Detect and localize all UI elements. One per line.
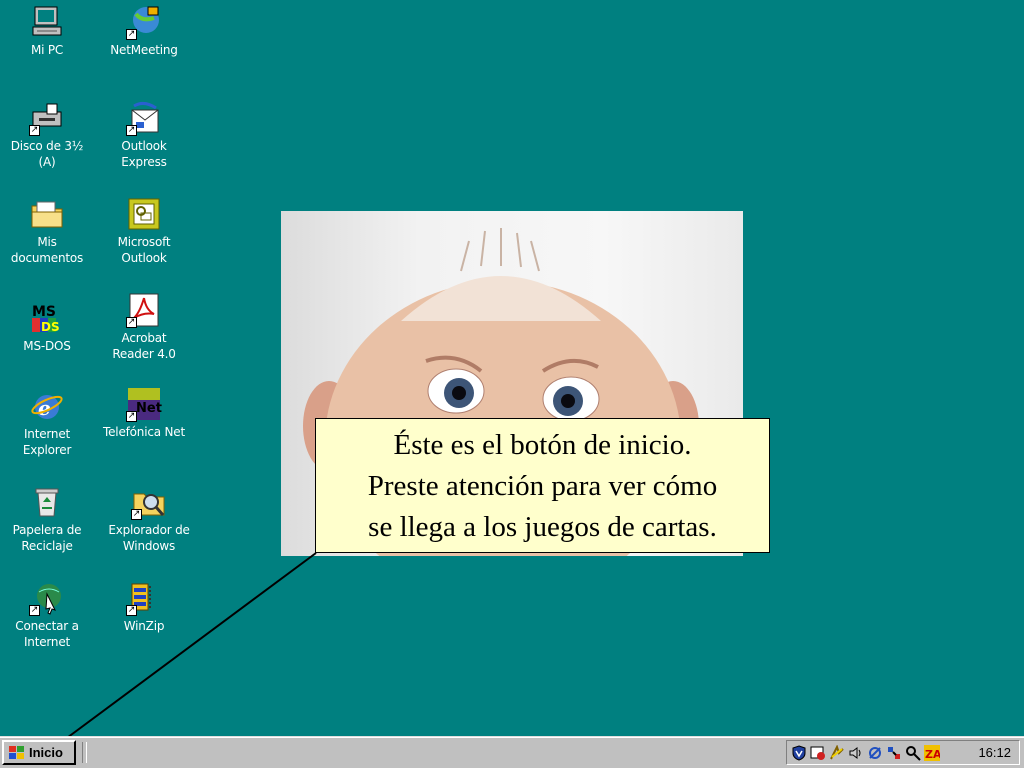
desktop-icon-winzip[interactable]: ↗ WinZip (99, 580, 189, 634)
svg-text:MS: MS (32, 304, 56, 320)
start-button[interactable]: Inicio (2, 740, 76, 765)
desktop-icon-my-documents[interactable]: Mis documentos (2, 196, 92, 266)
shortcut-arrow-icon: ↗ (126, 605, 137, 616)
desktop-icon-label: Outlook Express (121, 139, 167, 169)
connection-icon[interactable] (829, 744, 845, 761)
schedule-icon[interactable] (810, 745, 826, 761)
microsoft-outlook-icon (126, 196, 162, 232)
desktop-icon-ms-dos[interactable]: MS DS MS-DOS (2, 300, 92, 354)
shortcut-arrow-icon: ↗ (126, 125, 137, 136)
shortcut-arrow-icon: ↗ (29, 125, 40, 136)
antivirus-shield-icon[interactable] (791, 744, 807, 761)
outlook-express-icon: ↗ (126, 100, 162, 136)
desktop-icon-my-computer[interactable]: Mi PC (2, 4, 92, 58)
desktop-icon-recycle-bin[interactable]: Papelera de Reciclaje (2, 484, 92, 554)
desktop-icon-label: Explorador de Windows (108, 523, 190, 553)
windows-logo-icon (9, 745, 24, 759)
shortcut-arrow-icon: ↗ (131, 509, 142, 520)
shortcut-arrow-icon: ↗ (126, 411, 137, 422)
desktop-icon-label: Telefónica Net (103, 425, 185, 439)
callout-line: se llega a los juegos de cartas. (368, 511, 717, 543)
desktop-icon-outlook-express[interactable]: ↗ Outlook Express (99, 100, 189, 170)
desktop-icon-acrobat-reader[interactable]: ↗ Acrobat Reader 4.0 (99, 292, 189, 362)
svg-text:Net: Net (136, 401, 162, 416)
network-icon[interactable] (867, 745, 883, 761)
floppy-drive-icon: ↗ (29, 100, 65, 136)
winzip-icon: ↗ (126, 580, 162, 616)
taskbar-grip[interactable] (82, 742, 87, 763)
svg-text:DS: DS (41, 320, 60, 334)
internet-explorer-icon: e (29, 388, 65, 424)
search-tray-icon[interactable] (905, 745, 921, 761)
my-documents-icon (29, 196, 65, 232)
connect-internet-icon: ↗ (29, 580, 65, 616)
desktop-icon-microsoft-outlook[interactable]: Microsoft Outlook (99, 196, 189, 266)
telefonica-net-icon: Net ↗ (126, 386, 162, 422)
desktop-icon-label: Disco de 3½ (A) (10, 139, 84, 169)
callout-line: Preste atención para ver cómo (367, 470, 718, 502)
desktop-icon-label: Acrobat Reader 4.0 (112, 331, 176, 361)
desktop-icon-windows-explorer[interactable]: ↗ Explorador de Windows (104, 484, 194, 554)
shortcut-arrow-icon: ↗ (29, 605, 40, 616)
recycle-bin-icon (29, 484, 65, 520)
desktop-icon-telefonica-net[interactable]: Net ↗ Telefónica Net (99, 386, 189, 440)
desktop-icon-label: NetMeeting (110, 43, 178, 57)
shortcut-arrow-icon: ↗ (126, 317, 137, 328)
ms-dos-icon: MS DS (29, 300, 65, 336)
taskbar: Inicio ZA 16:12 (0, 736, 1024, 768)
desktop-icon-floppy[interactable]: ↗ Disco de 3½ (A) (2, 100, 92, 170)
zonealarm-icon[interactable]: ZA (924, 744, 940, 761)
my-computer-icon (29, 4, 65, 40)
desktop-icon-label: MS-DOS (23, 339, 71, 353)
system-tray: ZA 16:12 (786, 740, 1020, 765)
desktop-icon-label: Microsoft Outlook (117, 235, 171, 265)
desktop-icon-label: WinZip (123, 619, 165, 633)
desktop-icon-label: Conectar a Internet (15, 619, 79, 649)
volume-icon[interactable] (848, 745, 864, 761)
acrobat-reader-icon: ↗ (126, 292, 162, 328)
desktop-icon-label: Internet Explorer (22, 427, 72, 457)
desktop: Mi PC ↗ Disco de 3½ (A) Mis documentos M… (0, 0, 1024, 753)
tools-icon[interactable] (886, 745, 902, 761)
desktop-icon-label: Papelera de Reciclaje (12, 523, 82, 553)
netmeeting-icon: ↗ (126, 4, 162, 40)
desktop-icon-netmeeting[interactable]: ↗ NetMeeting (99, 4, 189, 58)
windows-explorer-icon: ↗ (131, 484, 167, 520)
callout-line: Éste es el botón de inicio. (393, 429, 692, 461)
desktop-icon-label: Mis documentos (10, 235, 84, 265)
desktop-icon-connect-internet[interactable]: ↗ Conectar a Internet (2, 580, 92, 650)
clock[interactable]: 16:12 (978, 745, 1011, 760)
start-label: Inicio (29, 745, 63, 760)
tutorial-callout: Éste es el botón de inicio. Preste atenc… (315, 418, 770, 553)
desktop-icon-internet-explorer[interactable]: e Internet Explorer (2, 388, 92, 458)
desktop-icon-label: Mi PC (30, 43, 64, 57)
shortcut-arrow-icon: ↗ (126, 29, 137, 40)
svg-text:ZA: ZA (925, 748, 940, 761)
